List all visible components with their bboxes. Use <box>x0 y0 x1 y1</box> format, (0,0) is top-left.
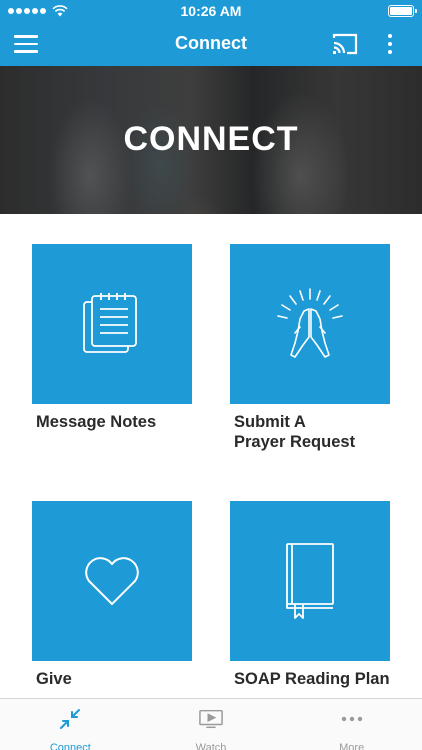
prayer-request-label-line2: Prayer Request <box>234 433 356 451</box>
heart-icon <box>85 557 139 605</box>
message-notes-tile-box[interactable] <box>32 244 192 404</box>
prayer-request-tile-box[interactable] <box>230 244 390 404</box>
connect-icon <box>58 708 82 730</box>
give-label: Give <box>36 670 72 688</box>
tab-more[interactable]: More <box>281 699 422 750</box>
tab-more-label: More <box>339 742 365 750</box>
app-bar: Connect <box>0 22 422 66</box>
tab-watch[interactable]: Watch <box>141 699 282 750</box>
prayer-request-label: Submit A Prayer Request <box>234 412 404 452</box>
book-icon <box>286 543 334 619</box>
hero-title: CONNECT <box>123 120 299 158</box>
prayer-request-label-line1: Submit A <box>234 413 306 431</box>
tab-connect-label: Connect <box>49 742 91 750</box>
praying-hands-icon <box>277 288 343 358</box>
battery-icon <box>388 5 417 17</box>
hero-banner: CONNECT <box>0 66 422 214</box>
tab-watch-label: Watch <box>195 742 227 750</box>
soap-reading-plan-label: SOAP Reading Plan <box>234 670 390 688</box>
soap-reading-plan-tile-box[interactable] <box>230 501 390 661</box>
bottom-tab-bar: Connect Watch More <box>0 698 422 750</box>
notes-icon <box>83 293 137 353</box>
cast-icon[interactable] <box>332 32 358 56</box>
status-bar: 10:26 AM <box>0 0 422 22</box>
status-time: 10:26 AM <box>180 3 242 19</box>
more-dots-icon <box>340 708 364 730</box>
give-tile-box[interactable] <box>32 501 192 661</box>
page-title: Connect <box>175 33 247 53</box>
hamburger-menu-icon[interactable] <box>14 30 50 58</box>
tab-connect[interactable]: Connect <box>0 699 141 750</box>
overflow-menu-icon[interactable] <box>380 30 400 58</box>
message-notes-label: Message Notes <box>36 413 157 431</box>
tv-play-icon <box>199 708 223 730</box>
